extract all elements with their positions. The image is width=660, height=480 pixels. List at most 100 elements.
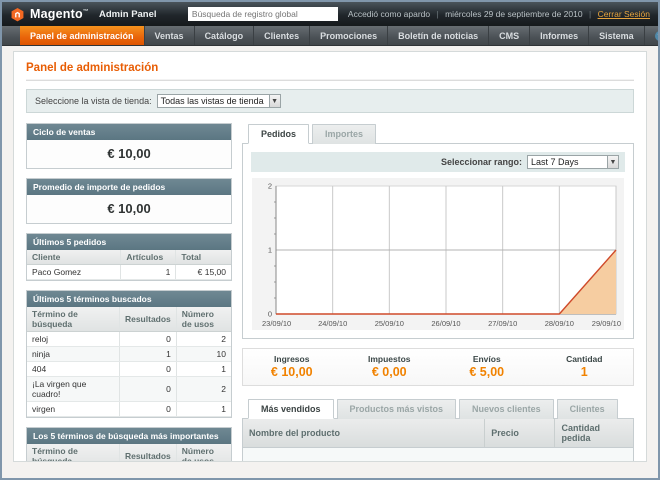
- column-header: Número de usos: [176, 444, 231, 462]
- box-title: Últimos 5 pedidos: [27, 234, 231, 250]
- total-label: Envíos: [438, 354, 536, 364]
- column-header: Total: [176, 250, 231, 265]
- total-impuestos: Impuestos€ 0,00: [341, 354, 439, 379]
- nav-item-7[interactable]: CMS: [489, 26, 530, 45]
- orders-panel: Seleccionar rango: Last 7 Days ▼ 01223/0…: [242, 144, 634, 339]
- table-cell: ninja: [27, 347, 119, 362]
- total-ingresos: Ingresos€ 10,00: [243, 354, 341, 379]
- tab-clientes[interactable]: Clientes: [557, 399, 618, 419]
- total-value: € 0,00: [341, 365, 439, 379]
- sales-cycle-value: € 10,00: [27, 140, 231, 168]
- grid-column-header: Cantidad pedida: [555, 419, 633, 448]
- tab-pedidos[interactable]: Pedidos: [248, 124, 309, 144]
- box-title: Últimos 5 términos buscados: [27, 291, 231, 307]
- table-row[interactable]: virgen01: [27, 402, 231, 417]
- page-title: Panel de administración: [26, 62, 634, 74]
- table-row[interactable]: reloj02: [27, 332, 231, 347]
- table-cell: ¡La virgen que cuadro!: [27, 377, 119, 402]
- nav-item-1[interactable]: Panel de administración: [20, 26, 145, 45]
- table-cell: 1: [119, 347, 176, 362]
- last-orders-box: Últimos 5 pedidos ClienteArtículosTotalP…: [26, 233, 232, 281]
- report-tabs: Más vendidosProductos más vistosNuevos c…: [242, 398, 634, 419]
- box-title: Promedio de importe de pedidos: [27, 179, 231, 195]
- svg-text:29/09/10: 29/09/10: [592, 319, 621, 328]
- magento-logo-icon: [10, 7, 25, 22]
- brand-name: Magento™: [30, 7, 89, 21]
- table-cell: 404: [27, 362, 119, 377]
- svg-text:23/09/10: 23/09/10: [262, 319, 291, 328]
- table-cell: 1: [176, 362, 231, 377]
- nav-item-6[interactable]: Boletín de noticias: [388, 26, 489, 45]
- column-header: Término de búsqueda: [27, 444, 119, 462]
- nav-item-4[interactable]: Clientes: [254, 26, 310, 45]
- orders-chart: 01223/09/1024/09/1025/09/1026/09/1027/09…: [252, 178, 624, 330]
- global-search-input[interactable]: [188, 7, 338, 21]
- total-label: Impuestos: [341, 354, 439, 364]
- nav-item-3[interactable]: Catálogo: [195, 26, 255, 45]
- table-cell: € 15,00: [176, 265, 231, 280]
- svg-text:25/09/10: 25/09/10: [375, 319, 404, 328]
- tab-nuevos-clientes[interactable]: Nuevos clientes: [459, 399, 554, 419]
- svg-text:27/09/10: 27/09/10: [488, 319, 517, 328]
- svg-text:1: 1: [268, 246, 272, 255]
- table-row[interactable]: Paco Gomez1€ 15,00: [27, 265, 231, 280]
- range-select[interactable]: Last 7 Days ▼: [527, 155, 619, 169]
- tab-productos-m-s-vistos[interactable]: Productos más vistos: [337, 399, 457, 419]
- box-title: Los 5 términos de búsqueda más important…: [27, 428, 231, 444]
- help-link[interactable]: ? Obtener ayuda para esta página: [645, 26, 660, 45]
- store-view-select[interactable]: Todas las vistas de tienda ▼: [157, 94, 281, 108]
- header-bar: Magento™ Admin Panel Accedió como apardo…: [2, 2, 658, 26]
- app-window: Magento™ Admin Panel Accedió como apardo…: [0, 0, 660, 480]
- table-cell: 1: [121, 265, 176, 280]
- total-envíos: Envíos€ 5,00: [438, 354, 536, 379]
- total-label: Cantidad: [536, 354, 634, 364]
- nav-item-5[interactable]: Promociones: [310, 26, 388, 45]
- main-nav: Panel de administraciónVentasCatálogoCli…: [2, 26, 658, 46]
- svg-text:24/09/10: 24/09/10: [318, 319, 347, 328]
- chart-tabs: PedidosImportes: [242, 123, 634, 144]
- nav-item-8[interactable]: Informes: [530, 26, 589, 45]
- table-cell: 2: [176, 377, 231, 402]
- avg-order-box: Promedio de importe de pedidos € 10,00: [26, 178, 232, 224]
- top-search-terms-table: Término de búsquedaResultadosNúmero de u…: [27, 444, 231, 462]
- avg-order-value: € 10,00: [27, 195, 231, 223]
- nav-item-9[interactable]: Sistema: [589, 26, 645, 45]
- column-header: Término de búsqueda: [27, 307, 119, 332]
- select-arrow-icon: ▼: [607, 156, 618, 168]
- last-orders-table: ClienteArtículosTotalPaco Gomez1€ 15,00: [27, 250, 231, 280]
- total-value: € 5,00: [438, 365, 536, 379]
- table-cell: 0: [119, 362, 176, 377]
- range-bar: Seleccionar rango: Last 7 Days ▼: [251, 152, 625, 172]
- content-wrapper: Panel de administración Seleccione la vi…: [13, 51, 647, 462]
- table-cell: 2: [176, 332, 231, 347]
- table-row[interactable]: 40401: [27, 362, 231, 377]
- svg-text:28/09/10: 28/09/10: [545, 319, 574, 328]
- header-meta: Accedió como apardo | miércoles 29 de se…: [348, 9, 650, 19]
- tab-importes[interactable]: Importes: [312, 124, 376, 144]
- column-header: Resultados: [119, 307, 176, 332]
- magento-logo: Magento™ Admin Panel: [10, 7, 157, 22]
- total-cantidad: Cantidad1: [536, 354, 634, 379]
- table-cell: 0: [119, 377, 176, 402]
- table-cell: 10: [176, 347, 231, 362]
- total-value: € 10,00: [243, 365, 341, 379]
- last-search-terms-box: Últimos 5 términos buscados Término de b…: [26, 290, 232, 418]
- table-row[interactable]: ¡La virgen que cuadro!02: [27, 377, 231, 402]
- table-cell: reloj: [27, 332, 119, 347]
- title-divider: [26, 79, 634, 81]
- column-header: Cliente: [27, 250, 121, 265]
- column-header: Artículos: [121, 250, 176, 265]
- column-header: Resultados: [119, 444, 176, 462]
- tab-m-s-vendidos[interactable]: Más vendidos: [248, 399, 334, 419]
- current-date: miércoles 29 de septiembre de 2010: [445, 9, 583, 19]
- top-search-terms-box: Los 5 términos de búsqueda más important…: [26, 427, 232, 462]
- select-arrow-icon: ▼: [269, 95, 280, 107]
- dashboard-sidebar: Ciclo de ventas € 10,00 Promedio de impo…: [26, 123, 232, 462]
- table-row[interactable]: ninja110: [27, 347, 231, 362]
- nav-item-2[interactable]: Ventas: [145, 26, 195, 45]
- svg-text:26/09/10: 26/09/10: [431, 319, 460, 328]
- dashboard-main: PedidosImportes Seleccionar rango: Last …: [242, 123, 634, 462]
- logout-link[interactable]: Cerrar Sesión: [598, 9, 650, 19]
- last-search-terms-table: Término de búsquedaResultadosNúmero de u…: [27, 307, 231, 417]
- sales-cycle-box: Ciclo de ventas € 10,00: [26, 123, 232, 169]
